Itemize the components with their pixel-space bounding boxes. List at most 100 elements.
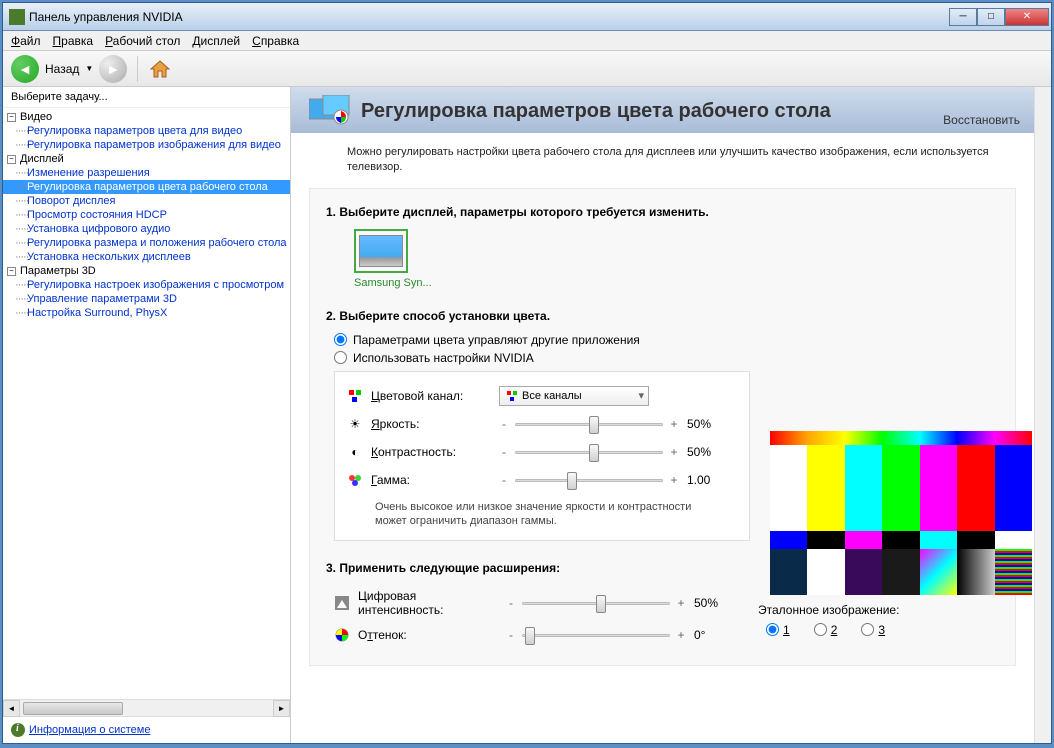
hue-label: Оттенок: [358,628,498,642]
color-bar-row2 [770,531,1032,549]
tree-item[interactable]: Управление параметрами 3D [3,292,290,306]
sidebar-hscrollbar[interactable]: ◄ ► [3,699,290,716]
channel-label: Цветовой канал: [371,389,491,403]
radio-other-label: Параметрами цвета управляют другие прило… [353,333,640,347]
tree-item[interactable]: Регулировка параметров изображения для в… [3,138,290,152]
minus-icon: - [506,628,516,642]
menu-help[interactable]: Справка [252,34,299,48]
content-vscrollbar[interactable] [1034,87,1051,743]
tree-item[interactable]: Просмотр состояния HDCP [3,208,290,222]
back-button[interactable]: ◄ [11,55,39,83]
step2-heading: 2. Выберите способ установки цвета. [326,309,999,323]
menu-desktop[interactable]: Рабочий стол [105,34,180,48]
step1-heading: 1. Выберите дисплей, параметры которого … [326,205,999,219]
plus-icon: + [669,417,679,431]
gamma-label: Гамма: [371,473,491,487]
brightness-slider[interactable] [515,414,663,434]
task-tree: −Видео Регулировка параметров цвета для … [3,108,290,699]
menubar: Файл Правка Рабочий стол Дисплей Справка [3,31,1051,51]
radio-other-apps[interactable]: Параметрами цвета управляют другие прило… [334,333,999,347]
channel-value: Все каналы [522,390,582,402]
restore-link[interactable]: Восстановить [943,113,1020,127]
contrast-label: Контрастность: [371,445,491,459]
menu-file[interactable]: Файл [11,34,41,48]
page-title-row: Регулировка параметров цвета рабочего ст… [309,95,1016,127]
minus-icon: - [506,596,516,610]
color-settings-box: Цветовой канал: Все каналы ☀ Яркость: - [334,371,750,542]
ref-radio-1[interactable]: 1 [766,623,790,637]
app-window: Панель управления NVIDIA ─ □ ✕ Файл Прав… [2,2,1052,744]
radio-other-input[interactable] [334,333,347,346]
channel-select[interactable]: Все каналы [499,386,649,406]
minus-icon: - [499,417,509,431]
hue-slider[interactable] [522,625,670,645]
maximize-button[interactable]: □ [977,8,1005,26]
sysinfo-link[interactable]: Информация о системе [29,724,150,736]
page-description: Можно регулировать настройки цвета рабоч… [291,133,1034,188]
tree-cat-display[interactable]: −Дисплей [3,152,290,166]
display-thumbnail [354,229,408,273]
gamma-icon [347,472,363,488]
forward-button[interactable]: ► [99,55,127,83]
display-item[interactable]: Samsung Syn... [354,229,432,289]
tree-cat-video[interactable]: −Видео [3,110,290,124]
page-icon [309,95,351,127]
window-title: Панель управления NVIDIA [29,10,949,24]
tree-item[interactable]: Изменение разрешения [3,166,290,180]
vibrance-slider-wrap: - + [506,593,686,613]
tree-item[interactable]: Установка нескольких дисплеев [3,250,290,264]
contrast-slider[interactable] [515,442,663,462]
tree-item[interactable]: Регулировка настроек изображения с просм… [3,278,290,292]
tree-item[interactable]: Поворот дисплея [3,194,290,208]
display-list: Samsung Syn... [354,229,999,289]
tree-item[interactable]: Регулировка размера и положения рабочего… [3,236,290,250]
content-inner: Регулировка параметров цвета рабочего ст… [291,87,1034,743]
sysinfo-link-row: Информация о системе [3,716,290,743]
gamma-slider[interactable] [515,470,663,490]
scroll-right-button[interactable]: ► [273,700,290,717]
hue-slider-wrap: - + [506,625,686,645]
brightness-value: 50% [687,417,727,431]
contrast-value: 50% [687,445,727,459]
toolbar: ◄ Назад ▼ ► [3,51,1051,87]
radio-nvidia-input[interactable] [334,351,347,364]
menu-edit[interactable]: Правка [53,34,94,48]
ref-radio-3[interactable]: 3 [861,623,885,637]
contrast-slider-wrap: - + [499,442,679,462]
sidebar-title: Выберите задачу... [3,87,290,108]
tree-item[interactable]: Установка цифрового аудио [3,222,290,236]
minimize-button[interactable]: ─ [949,8,977,26]
plus-icon: + [669,445,679,459]
plus-icon: + [669,473,679,487]
radio-nvidia[interactable]: Использовать настройки NVIDIA [334,351,999,365]
menu-display[interactable]: Дисплей [192,34,240,48]
reference-radios: 1 2 3 [766,623,1030,637]
channel-row: Цветовой канал: Все каналы [339,382,745,410]
scroll-thumb[interactable] [23,702,123,715]
back-dropdown[interactable]: ▼ [85,64,93,73]
gamma-value: 1.00 [687,473,727,487]
minus-icon: - [499,445,509,459]
reference-label: Эталонное изображение: [758,603,1030,617]
monitor-icon [359,235,403,267]
gamma-warning: Очень высокое или низкое значение яркост… [339,494,745,531]
scroll-left-button[interactable]: ◄ [3,700,20,717]
brightness-row: ☀ Яркость: - + 50% [339,410,745,438]
tree-item-selected[interactable]: Регулировка параметров цвета рабочего ст… [3,180,290,194]
toolbar-separator [137,56,138,82]
vibrance-value: 50% [694,596,734,610]
hue-value: 0° [694,628,734,642]
tree-cat-3d[interactable]: −Параметры 3D [3,264,290,278]
brightness-slider-wrap: - + [499,414,679,434]
close-button[interactable]: ✕ [1005,8,1049,26]
page-header: Регулировка параметров цвета рабочего ст… [291,87,1034,133]
brightness-label: Яркость: [371,417,491,431]
vibrance-icon [334,595,350,611]
home-button[interactable] [148,57,172,81]
tree-item[interactable]: Настройка Surround, PhysX [3,306,290,320]
body: Выберите задачу... −Видео Регулировка па… [3,87,1051,743]
vibrance-slider[interactable] [522,593,670,613]
tree-item[interactable]: Регулировка параметров цвета для видео [3,124,290,138]
titlebar: Панель управления NVIDIA ─ □ ✕ [3,3,1051,31]
ref-radio-2[interactable]: 2 [814,623,838,637]
